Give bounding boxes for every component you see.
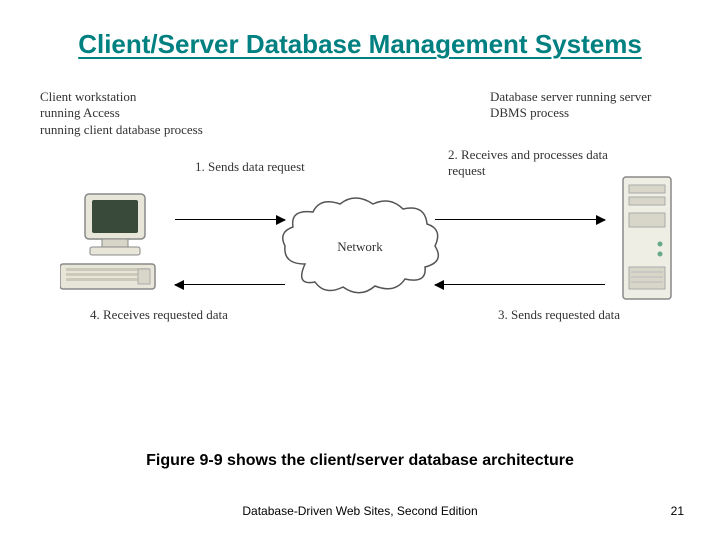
client-workstation-label: Client workstationrunning Accessrunning … bbox=[40, 89, 250, 140]
network-label: Network bbox=[330, 239, 390, 256]
step4-label: 4. Receives requested data bbox=[90, 307, 228, 324]
step3-label: 3. Sends requested data bbox=[498, 307, 620, 324]
footer-text: Database-Driven Web Sites, Second Editio… bbox=[0, 504, 720, 518]
arrow-step2 bbox=[435, 219, 605, 221]
figure-caption: Figure 9-9 shows the client/server datab… bbox=[0, 452, 720, 470]
page-number: 21 bbox=[671, 504, 684, 518]
step2-label: 2. Receives and processes data request bbox=[448, 147, 608, 181]
slide-title: Client/Server Database Management System… bbox=[0, 0, 720, 69]
arrow-step1 bbox=[175, 219, 285, 221]
database-server-label: Database server running server DBMS proc… bbox=[490, 89, 680, 123]
client-computer-icon bbox=[60, 189, 170, 304]
architecture-diagram: Client workstationrunning Accessrunning … bbox=[40, 89, 680, 349]
step1-label: 1. Sends data request bbox=[195, 159, 305, 176]
server-tower-icon bbox=[615, 169, 680, 314]
arrow-step4 bbox=[175, 284, 285, 286]
arrow-step3 bbox=[435, 284, 605, 286]
